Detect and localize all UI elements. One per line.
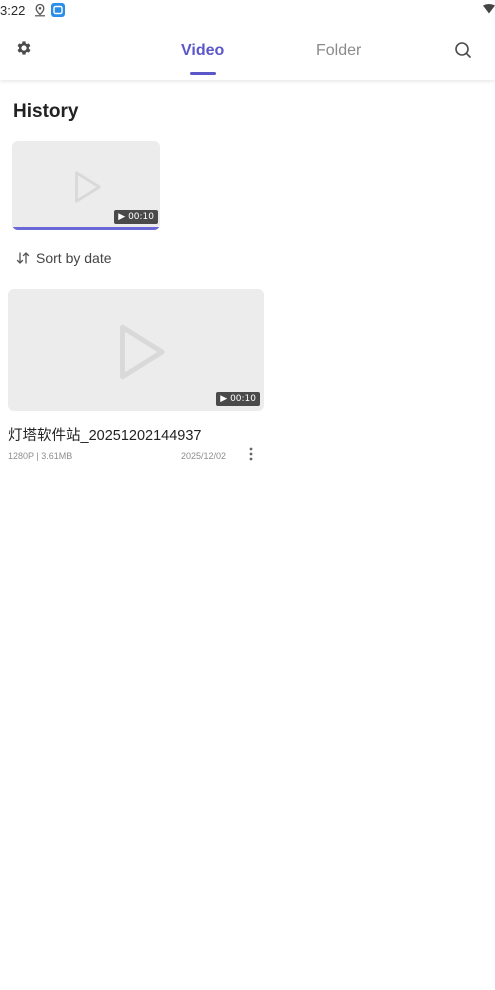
gear-icon [17,41,31,55]
more-vert-icon [249,447,253,461]
sort-icon [16,252,30,264]
search-button[interactable] [450,37,476,63]
more-options-button[interactable] [244,444,258,464]
video-title[interactable]: 灯塔软件站_20251202144937 [8,424,201,445]
video-thumbnail[interactable]: ▶ 00:10 [8,289,264,411]
settings-button[interactable] [10,34,38,62]
search-icon [455,42,471,58]
video-meta: 1280P | 3.61MB [8,451,73,461]
tab-video[interactable]: Video [181,42,224,60]
history-item[interactable]: ▶ 00:10 [12,141,160,230]
watch-progress-bar [12,227,160,230]
tab-folder[interactable]: Folder [316,42,361,60]
play-icon [75,171,101,203]
sort-button[interactable]: Sort by date [16,250,112,266]
watch-progress-fill [12,227,160,230]
history-title: History [13,101,79,122]
status-time: 3:22 [0,3,26,18]
duration-badge: ▶ 00:10 [114,210,158,224]
active-tab-indicator [190,72,216,75]
play-icon [120,324,165,380]
sort-label: Sort by date [36,250,112,266]
location-icon [35,3,45,17]
wifi-icon [483,4,495,14]
app-notification-icon [51,3,65,17]
video-date: 2025/12/02 [181,451,227,461]
top-app-bar: Video Folder [0,22,495,80]
status-bar: 3:22 [0,0,495,22]
duration-badge: ▶ 00:10 [216,392,260,406]
